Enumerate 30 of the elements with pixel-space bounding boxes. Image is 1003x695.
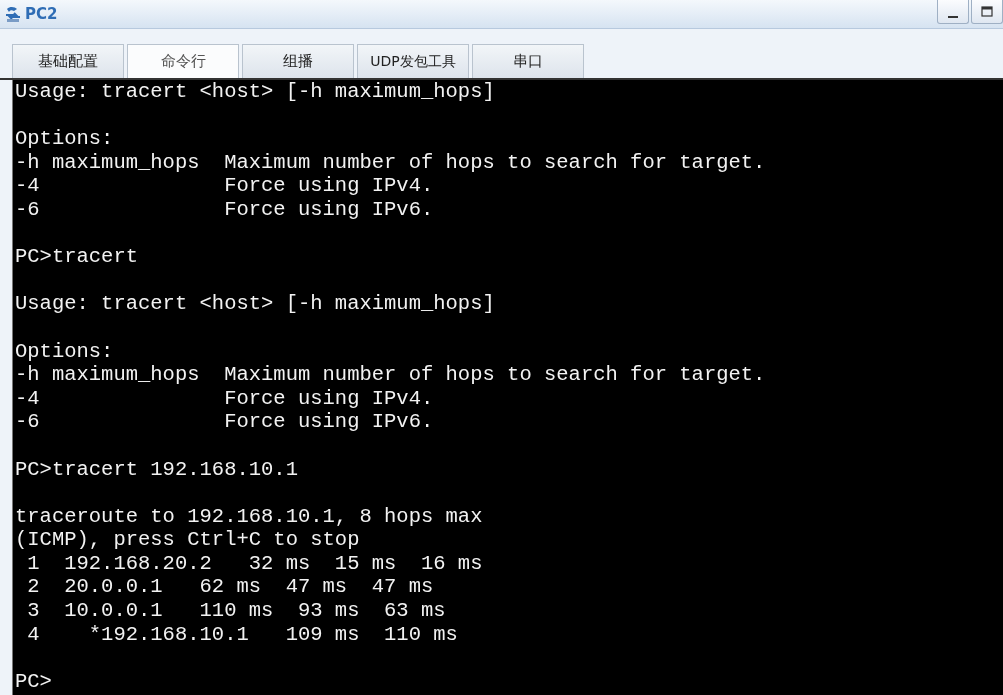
minimize-icon [948, 15, 958, 18]
tab[interactable]: 串口 [472, 44, 584, 78]
terminal-line: -4 Force using IPv4. [15, 174, 435, 198]
terminal-line: -h maximum_hops Maximum number of hops to search for target. [15, 363, 767, 387]
terminal-line: 3 10.0.0.1 110 ms 93 ms 63 ms [26, 599, 447, 623]
terminal-line: Options: [15, 127, 115, 151]
maximize-button[interactable] [971, 0, 1003, 24]
maximize-icon [981, 6, 993, 17]
terminal-line: -4 Force using IPv4. [15, 386, 435, 411]
terminal-line: PC> [15, 669, 53, 694]
terminal-line: Usage: tracert <host> [-h maximum_hops] [15, 292, 496, 316]
terminal-line: Usage: tracert <host> [-h maximum_hops] [15, 80, 496, 104]
minimize-button[interactable] [937, 0, 969, 24]
terminal-line: PC>tracert [15, 245, 140, 269]
tab[interactable]: UDP发包工具 [357, 44, 469, 78]
terminal-line: -6 Force using IPv6. [15, 410, 435, 434]
app-icon [4, 5, 22, 23]
terminal-line: PC>tracert 192.168.10.1 [15, 457, 299, 482]
tab[interactable]: 命令行 [127, 44, 239, 78]
window-title: PC2 [25, 5, 59, 23]
terminal-line: traceroute to 192.168.10.1, 8 hops max [15, 504, 484, 529]
terminal-line: (ICMP), press Ctrl+C to stop [15, 528, 361, 552]
tab[interactable]: 基础配置 [12, 44, 124, 78]
terminal-line: 2 20.0.0.1 62 ms 47 ms 47 ms [26, 575, 435, 600]
terminal-line: 1 192.168.20.2 32 ms 15 ms 16 ms [26, 551, 484, 576]
terminal-line: -6 Force using IPv6. [15, 197, 435, 222]
tab[interactable]: 组播 [242, 44, 354, 78]
terminal-line: -h maximum_hops Maximum number of hops to search for target. [15, 150, 767, 175]
terminal-line: Options: [15, 339, 115, 364]
terminal-line: 4 *192.168.10.1 109 ms 110 ms [26, 622, 459, 647]
